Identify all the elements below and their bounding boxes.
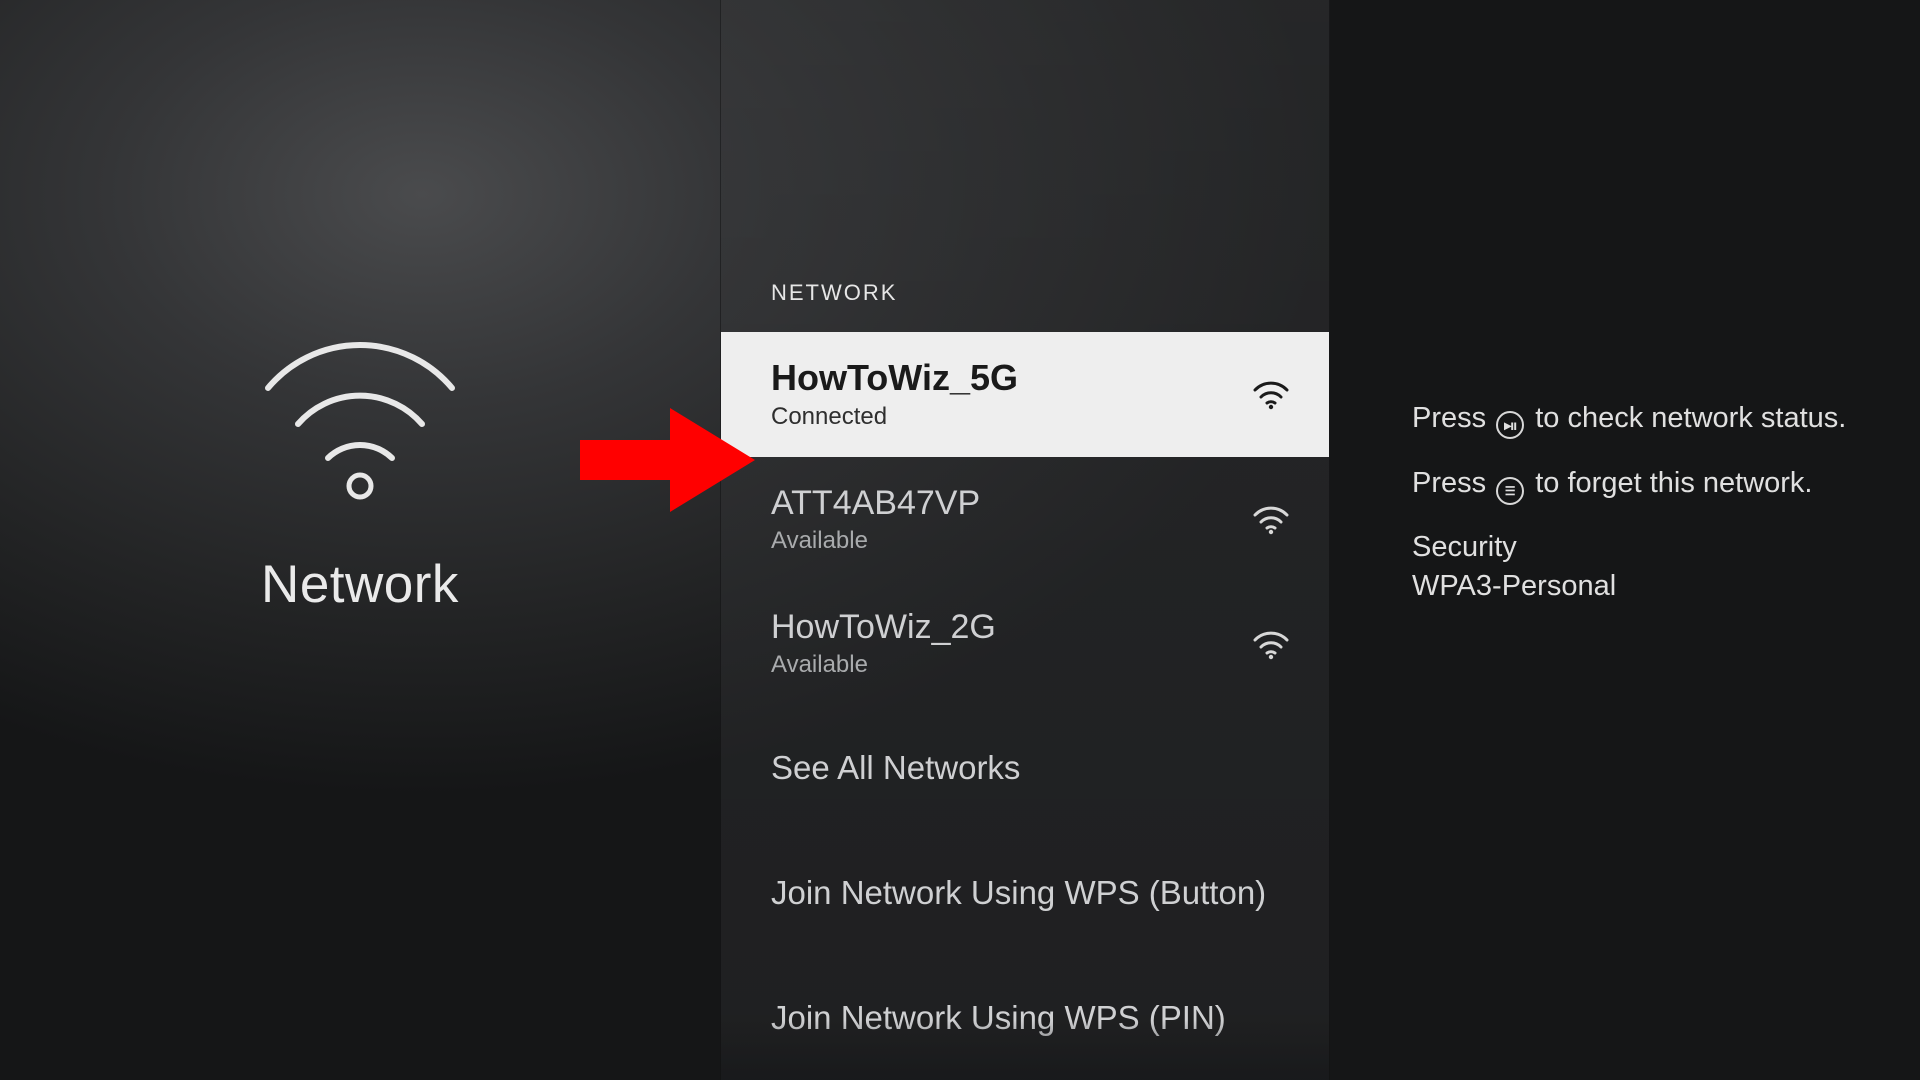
security-label: Security (1412, 531, 1860, 564)
wifi-signal-icon (1251, 503, 1291, 535)
wifi-signal-icon (1251, 378, 1291, 410)
hint-forget-network: Press ☰ to forget this network. (1412, 465, 1860, 505)
hint-check-status: Press ▸ıı to check network status. (1412, 400, 1860, 439)
hint-text: to forget this network. (1527, 467, 1812, 499)
section-header: NETWORK (721, 0, 1329, 332)
row-label: Join Network Using WPS (PIN) (771, 999, 1226, 1037)
network-status: Available (771, 651, 1235, 679)
page-title: Network (261, 554, 459, 615)
network-row[interactable]: HowToWiz_2G Available (721, 581, 1329, 706)
see-all-networks[interactable]: See All Networks (721, 706, 1329, 831)
detail-pane: Press ▸ıı to check network status. Press… (1330, 0, 1920, 1080)
join-wps-pin[interactable]: Join Network Using WPS (PIN) (721, 955, 1329, 1080)
network-list-pane: NETWORK HowToWiz_5G Connected ATT4AB47VP… (720, 0, 1330, 1080)
network-row[interactable]: ATT4AB47VP Available (721, 457, 1329, 582)
network-name: ATT4AB47VP (771, 484, 1235, 523)
network-name: HowToWiz_5G (771, 357, 1235, 399)
wifi-large-icon (250, 326, 470, 506)
network-status: Connected (771, 403, 1235, 431)
row-label: See All Networks (771, 749, 1020, 787)
join-wps-button[interactable]: Join Network Using WPS (Button) (721, 831, 1329, 956)
row-label: Join Network Using WPS (Button) (771, 874, 1266, 912)
hint-text: to check network status. (1527, 402, 1846, 434)
wifi-signal-icon (1251, 628, 1291, 660)
left-pane: Network (0, 0, 720, 1080)
hint-text: Press (1412, 467, 1494, 499)
play-pause-icon: ▸ıı (1496, 411, 1524, 439)
security-value: WPA3-Personal (1412, 570, 1860, 603)
hint-text: Press (1412, 402, 1494, 434)
network-name: HowToWiz_2G (771, 608, 1235, 647)
network-row-selected[interactable]: HowToWiz_5G Connected (721, 332, 1329, 457)
network-status: Available (771, 527, 1235, 555)
menu-icon: ☰ (1496, 477, 1524, 505)
